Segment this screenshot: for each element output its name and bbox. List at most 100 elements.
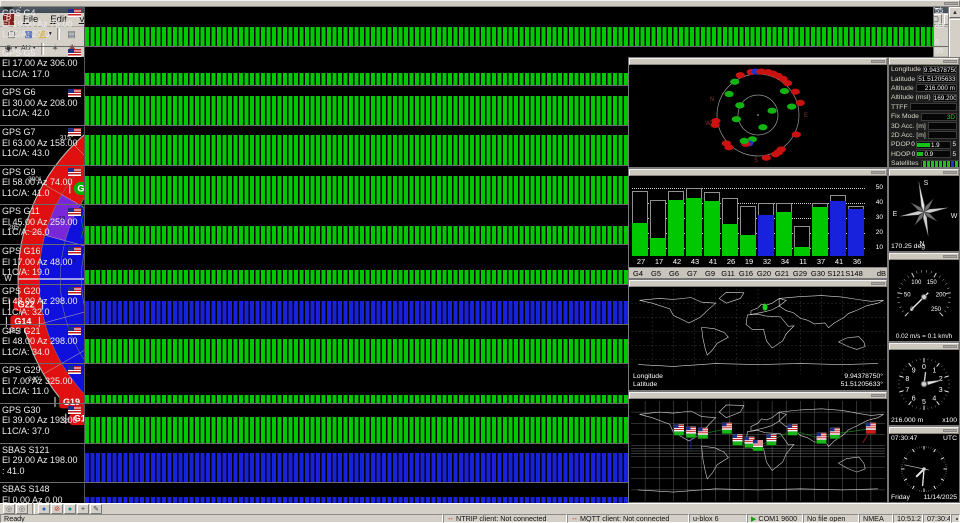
data-value: 3D [921, 113, 957, 121]
satellite-info: GPS G6El 30.00 Az 208.00L1C/A: 42.0 [0, 86, 84, 125]
constellation-dot-g12 [736, 72, 745, 78]
satellite-signal: L1C/A: 41.0 [2, 188, 84, 199]
scroll-up-button[interactable]: ▲ [949, 7, 960, 18]
halt-icon: ◎ [19, 505, 25, 513]
satellite-ground-marker [788, 424, 798, 435]
world-view-button[interactable]: ● [38, 504, 50, 514]
grid-line [632, 188, 865, 189]
satellite-info: GPS G11El 45.00 Az 259.00L1C/A: 26.0 [0, 205, 84, 244]
halt-button[interactable]: ◎ [16, 504, 28, 514]
constellation-grip[interactable] [871, 60, 885, 63]
x-axis-label: G7 [683, 269, 701, 278]
constellation-titlebar[interactable] [629, 58, 887, 65]
compass-panel: SEWN 170.25 deg [888, 168, 960, 252]
compass-rose: SEWN [889, 176, 959, 251]
status-utctime: 07:30:4 [923, 514, 951, 523]
clock-titlebar[interactable] [889, 427, 959, 434]
data-row-altitude: Altitude216.000 m [889, 84, 959, 93]
constellation-plot: NESW [629, 65, 887, 167]
satlist-grip[interactable] [944, 2, 958, 5]
satellite-ground-marker [830, 428, 840, 439]
scale-min: 5 [935, 38, 948, 46]
data-row-fix-mode: Fix Mode3D [889, 112, 959, 121]
edit-track-button[interactable]: ✎ [90, 504, 102, 514]
svg-text:N: N [710, 97, 714, 103]
svg-text:9: 9 [912, 367, 916, 374]
status-protocol-text: NMEA [863, 514, 884, 523]
constellation-dot-g6 [740, 138, 749, 144]
data-row-satellites: Satellites [889, 159, 959, 167]
satellite-bar [955, 161, 958, 167]
us-flag-icon [68, 49, 81, 57]
sat-map-titlebar[interactable] [629, 392, 887, 399]
svg-text:S: S [924, 180, 929, 187]
satellite-ground-marker [698, 428, 708, 439]
satellite-signal: L1C/A: 17.0 [2, 69, 84, 80]
constellation-dot-g7 [758, 124, 767, 130]
satellite-name-line: GPS G4 [2, 8, 84, 19]
signal-chart-titlebar[interactable] [629, 169, 887, 176]
satellite-name: GPS G20 [2, 286, 41, 297]
satellite-elaz: El 30.00 Az 208.00 [2, 98, 84, 109]
position-map-grip[interactable] [871, 282, 885, 285]
altitude-scale: x100 [942, 417, 957, 424]
altitude-grip[interactable] [943, 345, 957, 348]
satellite-info: GPS G7El 63.00 Az 158.00L1C/A: 43.0 [0, 126, 84, 165]
satellite-name: GPS G21 [2, 326, 41, 337]
compass-grip[interactable] [943, 171, 957, 174]
data-value: 169.200 m [933, 94, 957, 102]
position-map-titlebar[interactable] [629, 280, 887, 287]
svg-text:150: 150 [927, 280, 938, 286]
satellite-signal: : 41.0 [2, 466, 84, 477]
satellite-bar [939, 161, 942, 167]
compass-titlebar[interactable] [889, 169, 959, 176]
gauge-max: 5 [951, 151, 957, 158]
bar-value: 32 [758, 257, 776, 266]
svg-text:250: 250 [931, 307, 942, 313]
satellite-elaz: El 48.00 Az 298.00 [2, 296, 84, 307]
statusbar: Ready ↔NTRIP client: Not connected↔MQTT … [0, 514, 960, 523]
altitude-titlebar[interactable] [889, 343, 959, 350]
data-value: 9.94378750° [923, 66, 957, 74]
record-position-button[interactable]: ● [64, 504, 76, 514]
sat-map-grip[interactable] [871, 394, 885, 397]
bar-value: 17 [650, 257, 668, 266]
speed-grip[interactable] [943, 255, 957, 258]
satellite-row-g4[interactable]: GPS G4El 19.00 Az 76.00L1C/A: 27.055dB5 [0, 7, 948, 47]
speed-titlebar[interactable] [889, 253, 959, 260]
clock-grip[interactable] [943, 429, 957, 432]
us-flag-icon [68, 406, 81, 414]
gauge-track: 1.9 [916, 141, 952, 149]
satellite-count-bars [921, 160, 959, 167]
satellite-ground-marker [817, 433, 827, 444]
clock-date: 11/14/2025 [923, 494, 957, 501]
satellite-signal: L1C/A: 26.0 [2, 227, 84, 238]
svg-text:5: 5 [922, 399, 926, 406]
data-label: Satellites [891, 160, 919, 167]
data-label: Longitude [891, 66, 921, 73]
data-label: Latitude [891, 76, 915, 83]
y-axis-label: 20 [876, 229, 883, 236]
status-ntrip-icon: ↔ [447, 515, 454, 522]
nav-data-grip[interactable] [943, 60, 957, 63]
satellite-info: GPS G5El 17.00 Az 306.00L1C/A: 17.0 [0, 47, 84, 86]
satlist-titlebar[interactable] [0, 0, 960, 7]
edit-track-icon: ✎ [93, 505, 99, 513]
svg-text:W: W [705, 121, 711, 127]
constellation-dot-g18 [796, 100, 805, 106]
data-label: 3D Acc. [m] [891, 123, 926, 130]
disconnect-button[interactable]: ⊘ [51, 504, 63, 514]
bar-value: 36 [848, 257, 866, 266]
satellite-signal: L1C/A: 27.0 [2, 29, 84, 40]
stop-events-button[interactable]: ◎ [3, 504, 15, 514]
data-value [928, 122, 957, 130]
satellite-name-line: SBAS S148 [2, 484, 84, 495]
signal-chart-grip[interactable] [871, 171, 885, 174]
status-mqtt: ↔MQTT client: Not connected [567, 514, 689, 523]
crosshair-button[interactable]: + [77, 504, 89, 514]
status-port-text: COM1 9600 [758, 514, 797, 523]
data-label: PDOP [891, 141, 910, 148]
longitude-value: 9.94378750° [844, 373, 883, 380]
nav-data-titlebar[interactable] [889, 58, 959, 65]
satellite-name-line: GPS G21 [2, 326, 84, 337]
